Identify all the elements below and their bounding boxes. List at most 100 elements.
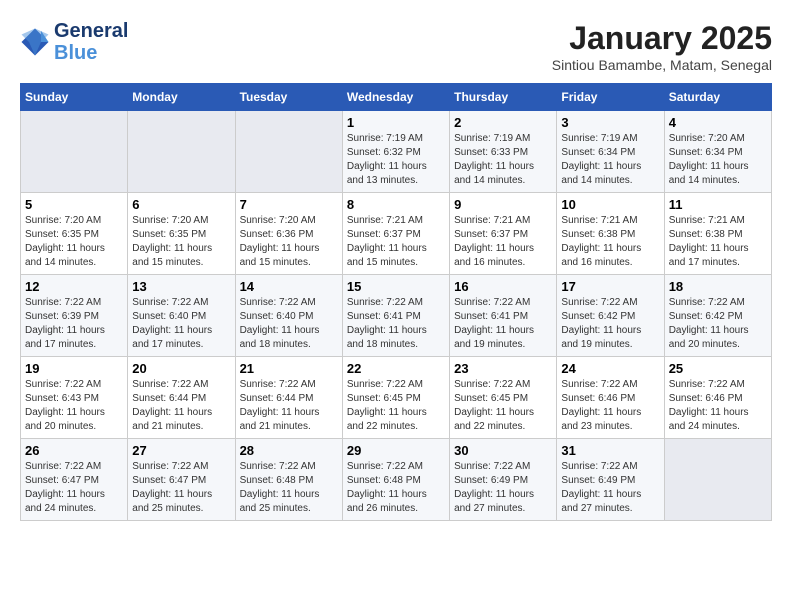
day-info: Sunrise: 7:20 AM Sunset: 6:35 PM Dayligh… [132,214,230,270]
calendar-cell: 8Sunrise: 7:21 AM Sunset: 6:37 PM Daylig… [342,193,449,275]
day-info: Sunrise: 7:22 AM Sunset: 6:42 PM Dayligh… [561,296,659,352]
day-number: 6 [132,197,230,212]
day-number: 22 [347,361,445,376]
calendar-cell [664,439,771,521]
day-info: Sunrise: 7:22 AM Sunset: 6:47 PM Dayligh… [25,460,123,516]
header-day-wednesday: Wednesday [342,84,449,111]
day-info: Sunrise: 7:19 AM Sunset: 6:32 PM Dayligh… [347,132,445,188]
calendar-cell: 4 Sunrise: 7:20 AM Sunset: 6:34 PM Daylig… [664,111,771,193]
calendar-cell: 16Sunrise: 7:22 AM Sunset: 6:41 PM Dayli… [450,275,557,357]
logo-text-general: General [54,20,128,42]
week-row-4: 19Sunrise: 7:22 AM Sunset: 6:43 PM Dayli… [21,357,772,439]
day-info: Sunrise: 7:22 AM Sunset: 6:39 PM Dayligh… [25,296,123,352]
day-info: Sunrise: 7:22 AM Sunset: 6:48 PM Dayligh… [347,460,445,516]
day-number: 15 [347,279,445,294]
calendar-cell: 31Sunrise: 7:22 AM Sunset: 6:49 PM Dayli… [557,439,664,521]
day-info: Sunrise: 7:21 AM Sunset: 6:37 PM Dayligh… [454,214,552,270]
calendar-cell: 21 Sunrise: 7:22 AM Sunset: 6:44 PM Dayli… [235,357,342,439]
calendar-cell: 22 Sunrise: 7:22 AM Sunset: 6:45 PM Dayli… [342,357,449,439]
day-number: 19 [25,361,123,376]
day-info: Sunrise: 7:22 AM Sunset: 6:46 PM Dayligh… [669,378,767,434]
day-info: Sunrise: 7:22 AM Sunset: 6:42 PM Dayligh… [669,296,767,352]
calendar-cell: 10Sunrise: 7:21 AM Sunset: 6:38 PM Dayli… [557,193,664,275]
day-info: Sunrise: 7:21 AM Sunset: 6:38 PM Dayligh… [669,214,767,270]
day-info: Sunrise: 7:22 AM Sunset: 6:44 PM Dayligh… [132,378,230,434]
day-info: Sunrise: 7:22 AM Sunset: 6:45 PM Dayligh… [347,378,445,434]
calendar-cell: 20 Sunrise: 7:22 AM Sunset: 6:44 PM Dayli… [128,357,235,439]
calendar-cell: 26 Sunrise: 7:22 AM Sunset: 6:47 PM Dayli… [21,439,128,521]
logo-icon [20,27,50,57]
calendar-cell: 7 Sunrise: 7:20 AM Sunset: 6:36 PM Daylig… [235,193,342,275]
day-number: 1 [347,115,445,130]
day-number: 27 [132,443,230,458]
day-number: 25 [669,361,767,376]
day-info: Sunrise: 7:22 AM Sunset: 6:40 PM Dayligh… [240,296,338,352]
calendar-cell: 13 Sunrise: 7:22 AM Sunset: 6:40 PM Dayli… [128,275,235,357]
day-number: 31 [561,443,659,458]
month-title: January 2025 [552,20,772,57]
day-number: 14 [240,279,338,294]
calendar-cell: 18Sunrise: 7:22 AM Sunset: 6:42 PM Dayli… [664,275,771,357]
day-number: 20 [132,361,230,376]
calendar-cell [128,111,235,193]
day-info: Sunrise: 7:22 AM Sunset: 6:47 PM Dayligh… [132,460,230,516]
calendar-cell: 28 Sunrise: 7:22 AM Sunset: 6:48 PM Dayli… [235,439,342,521]
day-number: 21 [240,361,338,376]
day-number: 10 [561,197,659,212]
day-info: Sunrise: 7:22 AM Sunset: 6:48 PM Dayligh… [240,460,338,516]
calendar-cell: 27 Sunrise: 7:22 AM Sunset: 6:47 PM Dayli… [128,439,235,521]
header-row: SundayMondayTuesdayWednesdayThursdayFrid… [21,84,772,111]
day-number: 4 [669,115,767,130]
calendar-cell: 25 Sunrise: 7:22 AM Sunset: 6:46 PM Dayli… [664,357,771,439]
day-info: Sunrise: 7:20 AM Sunset: 6:36 PM Dayligh… [240,214,338,270]
calendar-cell: 1 Sunrise: 7:19 AM Sunset: 6:32 PM Daylig… [342,111,449,193]
calendar-cell: 15 Sunrise: 7:22 AM Sunset: 6:41 PM Dayli… [342,275,449,357]
header-day-saturday: Saturday [664,84,771,111]
calendar-cell: 11 Sunrise: 7:21 AM Sunset: 6:38 PM Dayli… [664,193,771,275]
calendar-cell: 14 Sunrise: 7:22 AM Sunset: 6:40 PM Dayli… [235,275,342,357]
location: Sintiou Bamambe, Matam, Senegal [552,57,772,73]
day-number: 30 [454,443,552,458]
calendar-cell: 3Sunrise: 7:19 AM Sunset: 6:34 PM Daylig… [557,111,664,193]
day-info: Sunrise: 7:22 AM Sunset: 6:40 PM Dayligh… [132,296,230,352]
day-number: 24 [561,361,659,376]
calendar-cell [21,111,128,193]
day-info: Sunrise: 7:20 AM Sunset: 6:35 PM Dayligh… [25,214,123,270]
header-day-monday: Monday [128,84,235,111]
header-day-tuesday: Tuesday [235,84,342,111]
calendar-cell: 12Sunrise: 7:22 AM Sunset: 6:39 PM Dayli… [21,275,128,357]
calendar-cell: 29 Sunrise: 7:22 AM Sunset: 6:48 PM Dayli… [342,439,449,521]
day-info: Sunrise: 7:22 AM Sunset: 6:41 PM Dayligh… [347,296,445,352]
day-info: Sunrise: 7:19 AM Sunset: 6:33 PM Dayligh… [454,132,552,188]
logo-text-blue: Blue [54,42,128,64]
day-number: 5 [25,197,123,212]
calendar-cell [235,111,342,193]
calendar-cell: 5 Sunrise: 7:20 AM Sunset: 6:35 PM Daylig… [21,193,128,275]
day-info: Sunrise: 7:21 AM Sunset: 6:37 PM Dayligh… [347,214,445,270]
calendar-cell: 19Sunrise: 7:22 AM Sunset: 6:43 PM Dayli… [21,357,128,439]
day-number: 16 [454,279,552,294]
day-number: 28 [240,443,338,458]
day-info: Sunrise: 7:19 AM Sunset: 6:34 PM Dayligh… [561,132,659,188]
calendar-cell: 23Sunrise: 7:22 AM Sunset: 6:45 PM Dayli… [450,357,557,439]
day-number: 11 [669,197,767,212]
day-number: 7 [240,197,338,212]
day-info: Sunrise: 7:22 AM Sunset: 6:44 PM Dayligh… [240,378,338,434]
title-block: January 2025 Sintiou Bamambe, Matam, Sen… [552,20,772,73]
week-row-5: 26 Sunrise: 7:22 AM Sunset: 6:47 PM Dayli… [21,439,772,521]
day-number: 29 [347,443,445,458]
day-number: 2 [454,115,552,130]
calendar-cell: 17Sunrise: 7:22 AM Sunset: 6:42 PM Dayli… [557,275,664,357]
day-number: 13 [132,279,230,294]
day-number: 26 [25,443,123,458]
week-row-1: 1 Sunrise: 7:19 AM Sunset: 6:32 PM Daylig… [21,111,772,193]
day-info: Sunrise: 7:20 AM Sunset: 6:34 PM Dayligh… [669,132,767,188]
day-info: Sunrise: 7:22 AM Sunset: 6:49 PM Dayligh… [454,460,552,516]
header-day-thursday: Thursday [450,84,557,111]
calendar-cell: 6 Sunrise: 7:20 AM Sunset: 6:35 PM Daylig… [128,193,235,275]
day-number: 9 [454,197,552,212]
calendar-cell: 30 Sunrise: 7:22 AM Sunset: 6:49 PM Dayli… [450,439,557,521]
calendar-table: SundayMondayTuesdayWednesdayThursdayFrid… [20,83,772,521]
calendar-cell: 2 Sunrise: 7:19 AM Sunset: 6:33 PM Daylig… [450,111,557,193]
day-info: Sunrise: 7:22 AM Sunset: 6:45 PM Dayligh… [454,378,552,434]
